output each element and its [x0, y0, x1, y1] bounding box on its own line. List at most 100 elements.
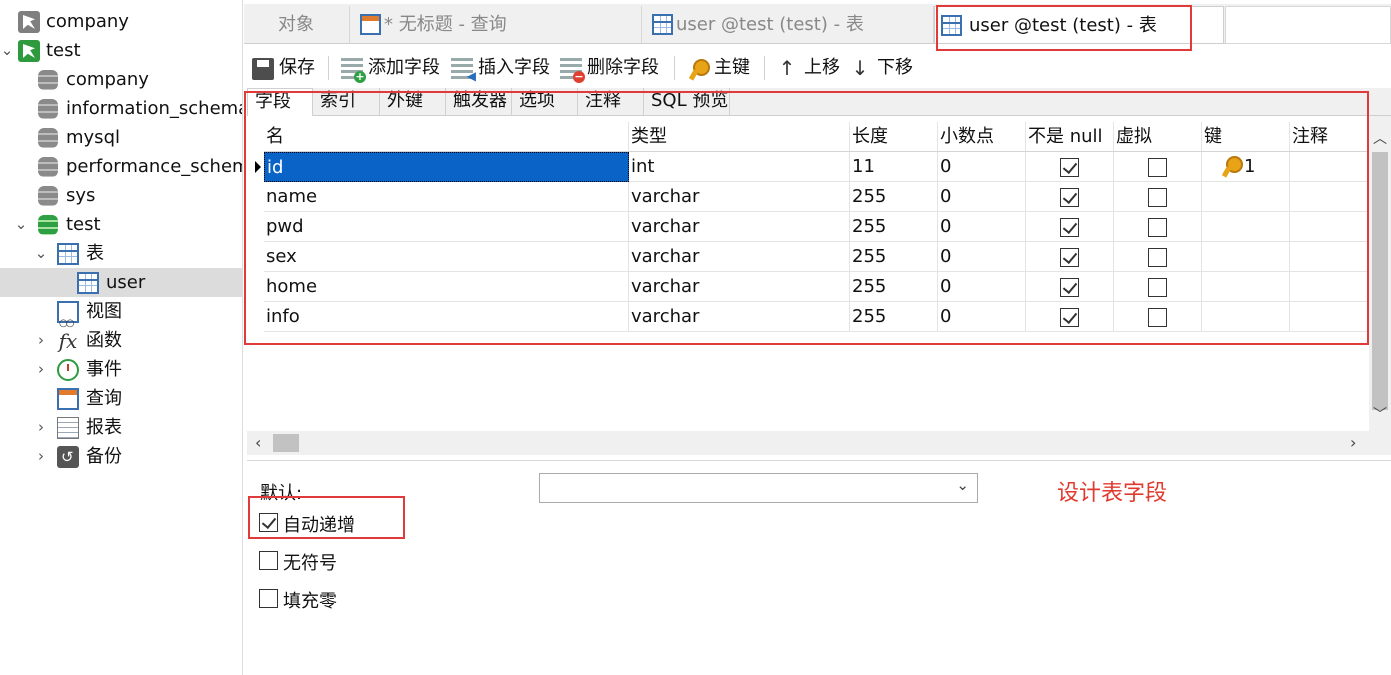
cell-decimals[interactable]: 0: [938, 272, 1026, 302]
cell-decimals[interactable]: 0: [938, 302, 1026, 332]
sidebar-item-queries[interactable]: 查询: [0, 384, 242, 413]
cell-type[interactable]: varchar: [629, 242, 850, 272]
sidebar-item-events[interactable]: › 事件: [0, 355, 242, 384]
not-null-checkbox[interactable]: [1060, 158, 1079, 177]
auto-increment-checkbox[interactable]: [259, 513, 278, 532]
sidebar-item-views[interactable]: 视图: [0, 297, 242, 338]
virtual-checkbox[interactable]: [1148, 158, 1167, 177]
not-null-checkbox[interactable]: [1060, 218, 1079, 237]
virtual-checkbox[interactable]: [1148, 248, 1167, 267]
cell-virtual[interactable]: [1114, 302, 1202, 332]
scroll-down-icon[interactable]: ﹀: [1369, 404, 1391, 424]
chevron-down-icon[interactable]: ⌄: [34, 239, 48, 268]
cell-length[interactable]: 255: [850, 302, 938, 332]
column-header-name[interactable]: 名: [264, 122, 629, 152]
column-header-comment[interactable]: 注释: [1290, 122, 1369, 152]
cell-key[interactable]: [1202, 242, 1290, 272]
column-header-decimals[interactable]: 小数点: [938, 122, 1026, 152]
cell-key[interactable]: [1202, 212, 1290, 242]
cell-not-null[interactable]: [1026, 182, 1114, 212]
cell-virtual[interactable]: [1114, 212, 1202, 242]
chevron-down-icon[interactable]: ⌄: [14, 210, 28, 239]
scrollbar-thumb[interactable]: [273, 434, 299, 452]
cell-comment[interactable]: [1290, 182, 1369, 212]
tab-triggers[interactable]: 触发器: [446, 88, 512, 116]
search-input[interactable]: [1225, 6, 1391, 44]
tab-user-table-1[interactable]: user @test (test) - 表: [642, 6, 934, 43]
column-header-type[interactable]: 类型: [629, 122, 850, 152]
cell-name[interactable]: sex: [264, 242, 629, 272]
column-header-key[interactable]: 键: [1202, 122, 1290, 152]
cell-comment[interactable]: [1290, 242, 1369, 272]
default-value-select[interactable]: ⌄: [539, 473, 978, 503]
chevron-down-icon[interactable]: ⌄: [0, 36, 14, 65]
column-header-not-null[interactable]: 不是 null: [1026, 122, 1114, 152]
chevron-right-icon[interactable]: ›: [34, 442, 48, 471]
scrollbar-thumb[interactable]: [1372, 152, 1388, 410]
virtual-checkbox[interactable]: [1148, 188, 1167, 207]
sidebar-item-backups[interactable]: › 备份: [0, 442, 242, 471]
cell-not-null[interactable]: [1026, 302, 1114, 332]
cell-decimals[interactable]: 0: [938, 212, 1026, 242]
cell-key[interactable]: [1202, 302, 1290, 332]
unsigned-checkbox[interactable]: [259, 551, 278, 570]
cell-key[interactable]: 1: [1202, 152, 1290, 182]
sidebar-item-functions[interactable]: › fx 函数: [0, 326, 242, 355]
tab-options[interactable]: 选项: [512, 88, 578, 116]
cell-not-null[interactable]: [1026, 152, 1114, 182]
cell-name[interactable]: pwd: [264, 212, 629, 242]
cell-key[interactable]: [1202, 182, 1290, 212]
tab-comments[interactable]: 注释: [578, 88, 644, 116]
cell-comment[interactable]: [1290, 302, 1369, 332]
sidebar-item-db-mysql[interactable]: mysql: [0, 123, 242, 152]
cell-length[interactable]: 255: [850, 212, 938, 242]
cell-length[interactable]: 255: [850, 182, 938, 212]
cell-length[interactable]: 11: [850, 152, 938, 182]
cell-name[interactable]: id: [264, 152, 629, 182]
sidebar-item-connection-test[interactable]: ⌄ test: [0, 36, 242, 65]
tab-fields[interactable]: 字段: [247, 88, 313, 117]
tab-foreign-keys[interactable]: 外键: [380, 88, 446, 116]
tab-objects[interactable]: 对象: [244, 6, 350, 43]
scroll-right-icon[interactable]: ›: [1350, 431, 1356, 455]
not-null-checkbox[interactable]: [1060, 278, 1079, 297]
cell-virtual[interactable]: [1114, 272, 1202, 302]
chevron-right-icon[interactable]: ›: [34, 413, 48, 442]
tab-sql-preview[interactable]: SQL 预览: [644, 88, 730, 116]
cell-decimals[interactable]: 0: [938, 242, 1026, 272]
cell-length[interactable]: 255: [850, 272, 938, 302]
cell-not-null[interactable]: [1026, 272, 1114, 302]
horizontal-scrollbar[interactable]: ‹ ›: [247, 431, 1391, 455]
zerofill-checkbox[interactable]: [259, 589, 278, 608]
column-header-virtual[interactable]: 虚拟: [1114, 122, 1202, 152]
cell-type[interactable]: varchar: [629, 272, 850, 302]
cell-name[interactable]: name: [264, 182, 629, 212]
tab-user-table-design[interactable]: user @test (test) - 表: [934, 6, 1224, 43]
sidebar-item-db-sys[interactable]: sys: [0, 181, 242, 210]
cell-type[interactable]: int: [629, 152, 850, 182]
virtual-checkbox[interactable]: [1148, 218, 1167, 237]
not-null-checkbox[interactable]: [1060, 248, 1079, 267]
vertical-scrollbar[interactable]: ︿ ﹀: [1369, 116, 1391, 431]
cell-virtual[interactable]: [1114, 182, 1202, 212]
cell-name[interactable]: home: [264, 272, 629, 302]
sidebar-item-db-performance-schema[interactable]: performance_schema: [0, 152, 242, 181]
cell-type[interactable]: varchar: [629, 212, 850, 242]
scroll-up-icon[interactable]: ︿: [1369, 128, 1391, 148]
cell-comment[interactable]: [1290, 272, 1369, 302]
virtual-checkbox[interactable]: [1148, 278, 1167, 297]
cell-comment[interactable]: [1290, 152, 1369, 182]
cell-comment[interactable]: [1290, 212, 1369, 242]
sidebar-item-db-information-schema[interactable]: information_schema: [0, 94, 242, 123]
sidebar-item-tables[interactable]: ⌄ 表: [0, 239, 242, 268]
cell-name[interactable]: info: [264, 302, 629, 332]
sidebar-item-table-user[interactable]: user: [0, 268, 242, 297]
chevron-right-icon[interactable]: ›: [34, 355, 48, 384]
cell-decimals[interactable]: 0: [938, 152, 1026, 182]
cell-not-null[interactable]: [1026, 212, 1114, 242]
cell-decimals[interactable]: 0: [938, 182, 1026, 212]
cell-type[interactable]: varchar: [629, 302, 850, 332]
tab-indexes[interactable]: 索引: [313, 88, 380, 116]
not-null-checkbox[interactable]: [1060, 188, 1079, 207]
cell-key[interactable]: [1202, 272, 1290, 302]
